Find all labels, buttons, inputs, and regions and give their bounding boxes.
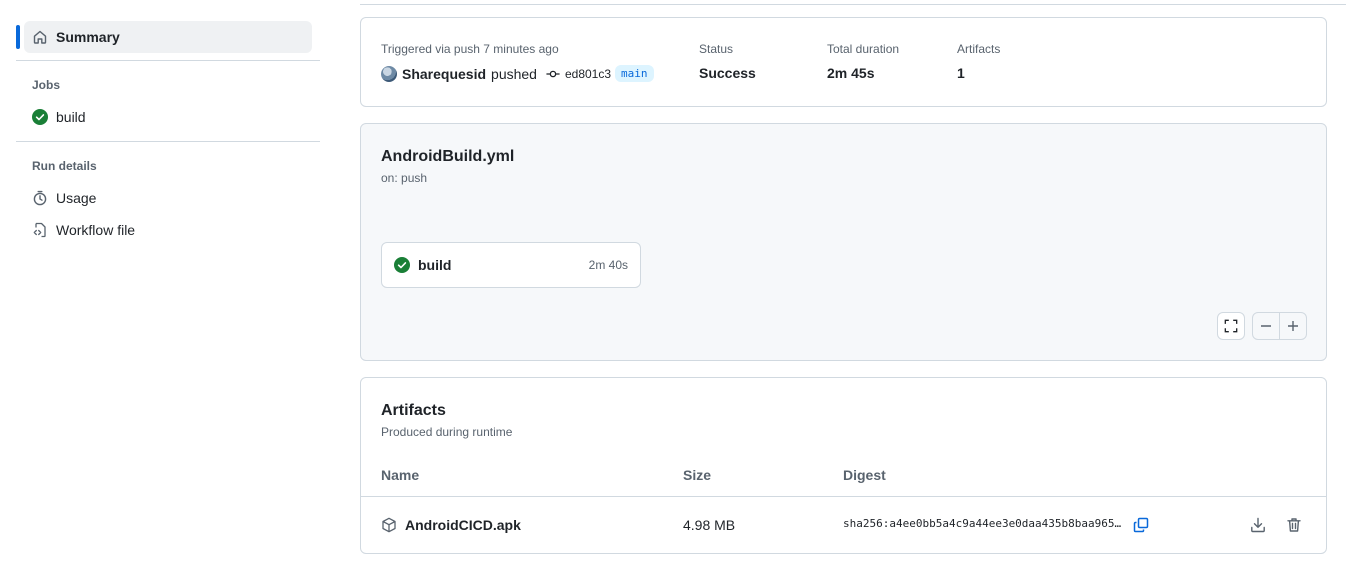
workflow-trigger: on: push bbox=[381, 171, 428, 185]
run-sidebar: Summary Jobs build Run details Usage Wor… bbox=[16, 21, 320, 246]
job-name: build bbox=[418, 257, 452, 273]
zoom-out-button[interactable] bbox=[1253, 313, 1279, 339]
artifacts-title: Artifacts bbox=[381, 402, 446, 419]
workflow-file-name: AndroidBuild.yml bbox=[381, 148, 515, 165]
stopwatch-icon bbox=[32, 190, 48, 206]
artifacts-count-link[interactable]: 1 bbox=[957, 65, 965, 81]
job-duration: 2m 40s bbox=[588, 258, 628, 272]
file-code-icon bbox=[32, 222, 48, 238]
status-label: Status bbox=[699, 42, 734, 56]
plus-icon bbox=[1287, 320, 1299, 332]
dash-icon bbox=[1260, 320, 1272, 332]
column-header-name: Name bbox=[381, 467, 420, 483]
sidebar-item-build[interactable]: build bbox=[16, 101, 320, 133]
trash-icon bbox=[1286, 517, 1302, 533]
active-indicator bbox=[16, 25, 20, 49]
table-row: AndroidCICD.apk 4.98 MB sha256:a4ee0bb5a… bbox=[361, 497, 1326, 554]
screen-full-icon bbox=[1224, 319, 1238, 333]
sidebar-item-label: Workflow file bbox=[56, 222, 136, 238]
artifact-size: 4.98 MB bbox=[683, 517, 736, 533]
trigger-text: Triggered via push 7 minutes ago bbox=[381, 42, 559, 56]
artifact-name-link[interactable]: AndroidCICD.apk bbox=[405, 517, 521, 533]
run-summary-card: Triggered via push 7 minutes ago Sharequ… bbox=[360, 17, 1327, 107]
duration-label: Total duration bbox=[827, 42, 900, 56]
sidebar-item-usage[interactable]: Usage bbox=[16, 182, 320, 214]
sidebar-item-label: Summary bbox=[56, 29, 120, 45]
zoom-in-button[interactable] bbox=[1279, 313, 1306, 339]
sidebar-item-summary[interactable]: Summary bbox=[16, 21, 312, 53]
download-icon bbox=[1250, 517, 1266, 533]
check-circle-icon bbox=[32, 109, 48, 125]
top-divider bbox=[360, 4, 1346, 5]
job-node-build[interactable]: build 2m 40s bbox=[381, 242, 641, 288]
artifact-digest-cell: sha256:a4ee0bb5a4c9a44ee3e0daa435b8baa96… bbox=[843, 517, 1123, 530]
artifacts-card: Artifacts Produced during runtime Name S… bbox=[360, 377, 1327, 554]
home-icon bbox=[32, 29, 48, 45]
workflow-graph-card: AndroidBuild.yml on: push build 2m 40s bbox=[360, 123, 1327, 361]
sidebar-item-label: build bbox=[56, 109, 86, 125]
action-text: pushed bbox=[491, 65, 537, 82]
artifact-digest: sha256:a4ee0bb5a4c9a44ee3e0daa435b8baa96… bbox=[843, 517, 1122, 530]
artifact-name-cell: AndroidCICD.apk bbox=[381, 517, 521, 533]
commit-sha-link[interactable]: ed801c3 bbox=[565, 67, 611, 81]
avatar[interactable] bbox=[381, 65, 397, 82]
status-value: Success bbox=[699, 65, 756, 81]
copy-icon bbox=[1133, 517, 1149, 533]
trigger-details: Sharequesid pushed ed801c3 main bbox=[381, 65, 654, 82]
column-header-digest: Digest bbox=[843, 467, 886, 483]
artifacts-count-label: Artifacts bbox=[957, 42, 1001, 56]
artifacts-subtitle: Produced during runtime bbox=[381, 425, 513, 439]
delete-artifact-button[interactable] bbox=[1282, 513, 1306, 537]
git-commit-icon bbox=[546, 67, 560, 81]
sidebar-item-label: Usage bbox=[56, 190, 97, 206]
sidebar-item-workflow-file[interactable]: Workflow file bbox=[16, 214, 320, 246]
duration-value: 2m 45s bbox=[827, 65, 875, 81]
zoom-controls bbox=[1252, 312, 1307, 340]
branch-label[interactable]: main bbox=[615, 65, 654, 82]
download-artifact-button[interactable] bbox=[1246, 513, 1270, 537]
actor-link[interactable]: Sharequesid bbox=[402, 66, 486, 82]
fullscreen-button[interactable] bbox=[1217, 312, 1245, 340]
column-header-size: Size bbox=[683, 467, 712, 483]
package-icon bbox=[381, 517, 397, 533]
check-circle-icon bbox=[394, 257, 410, 273]
copy-digest-button[interactable] bbox=[1129, 513, 1153, 537]
sidebar-heading-run-details: Run details bbox=[32, 159, 97, 173]
sidebar-heading-jobs: Jobs bbox=[32, 78, 61, 92]
